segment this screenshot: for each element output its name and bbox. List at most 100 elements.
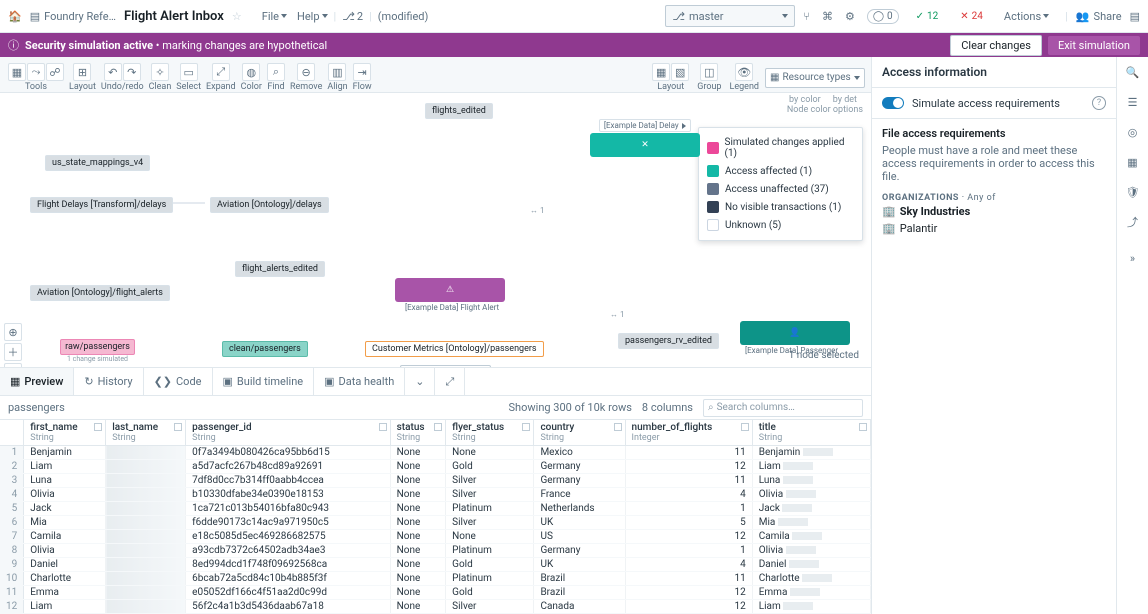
tool-align[interactable]: ▥ [328,63,346,81]
simulate-toggle-label: Simulate access requirements [912,97,1084,110]
tool-link[interactable]: ☍ [46,63,64,81]
search-columns-input[interactable]: ⌕ Search columns… [703,399,863,417]
node-clean-passengers[interactable]: clean/passengers [222,341,308,357]
help-icon[interactable]: ? [1092,96,1106,110]
col-status[interactable]: statusString [390,420,446,446]
tool-layout2b[interactable]: ▧ [671,63,689,81]
tool-flow[interactable]: ⇥ [353,63,371,81]
table-row[interactable]: 11Emmae05052df166c4f51aa2d0c99dNoneGoldB… [0,586,871,600]
col-title[interactable]: titleString [752,420,870,446]
zoom-out[interactable]: － [4,363,22,367]
col-first_name[interactable]: first_nameString [24,420,106,446]
tool-color[interactable]: ◍ [242,63,260,81]
share-button[interactable]: 👥 Share [1076,10,1122,23]
git-branch-icon[interactable]: ⑂ [803,10,810,23]
example-delay-chip[interactable]: [Example Data] Delay [599,119,691,132]
vtab-share[interactable]: ⤴ [1124,213,1142,231]
info-icon: ⓘ [8,37,19,53]
edit-markings-button[interactable]: ✎ Edit markings [400,365,491,367]
vtab-search[interactable]: 🔍 [1124,63,1142,81]
node-flights-edited[interactable]: flights_edited [425,103,493,119]
table-row[interactable]: 1Benjamin0f7a3494b080426ca95bb6d15NoneNo… [0,446,871,460]
legend-popover: Simulated changes applied (1) Access aff… [698,127,863,241]
col-number_of_flights[interactable]: number_of_flightsInteger [625,420,752,446]
table-row[interactable]: 6Miaf6dde90173c14ac9a971950c5NoneSilverU… [0,516,871,530]
node-raw-passengers[interactable]: raw/passengers [60,339,135,355]
node-aviation-flight-alerts[interactable]: Aviation [Ontology]/flight_alerts [30,285,170,301]
modified-label: (modified) [374,8,433,25]
clear-changes-button[interactable]: Clear changes [950,35,1042,56]
node-color-options[interactable]: Node color options [787,105,863,115]
node-flight-alert-big[interactable]: ⚠ [395,278,505,302]
table-row[interactable]: 8Oliviaa93cdb7372c64502adb34ae3NonePlati… [0,544,871,558]
col-flyer_status[interactable]: flyer_statusString [446,420,534,446]
tab-expand[interactable]: ⤢ [435,368,465,395]
vtab-collapse[interactable]: » [1124,249,1142,267]
node-customer-passengers[interactable]: Customer Metrics [Ontology]/passengers [365,341,544,357]
tool-layout2a[interactable]: ▦ [652,63,670,81]
branch-select[interactable]: ⎇ master [665,5,795,27]
tool-layout[interactable]: ⊞ [73,63,91,81]
node-flight-delays[interactable]: Flight Delays [Transform]/delays [30,197,173,213]
graph-canvas[interactable]: by colorby det Node color options [Examp… [0,93,871,367]
zoom-target[interactable]: ⊕ [4,323,22,341]
tool-redo[interactable]: ↷ [123,63,141,81]
table-row[interactable]: 3Luna7df8d0cc7b314ff0aabb4cceaNoneSilver… [0,474,871,488]
sim-rest: • marking changes are hypothetical [153,39,327,52]
exit-simulation-button[interactable]: Exit simulation [1048,36,1140,55]
col-passenger_id[interactable]: passenger_idString [186,420,390,446]
panel-toggle-icon[interactable]: ▤ [1130,10,1140,23]
home-icon[interactable]: 🏠 [8,10,22,23]
tab-build[interactable]: ▣ Build timeline [213,368,315,395]
tool-legend[interactable]: 👁 [735,63,753,81]
vtab-calendar[interactable]: ▦ [1124,153,1142,171]
tool-group[interactable]: ◫ [700,63,718,81]
node-flight-alerts-edited[interactable]: flight_alerts_edited [235,261,325,277]
tool-clean[interactable]: ✧ [151,63,169,81]
resource-type-select[interactable]: ▦ Resource types [765,68,865,88]
col-country[interactable]: countryString [534,420,625,446]
command-icon[interactable]: ⌘ [822,10,833,23]
tab-collapse[interactable]: ⌄ [405,368,435,395]
help-menu[interactable]: Help [293,8,332,25]
node-passenger-big[interactable]: 👤 [740,321,850,345]
vtab-shield[interactable]: 🛡 [1124,183,1142,201]
node-big-close[interactable]: ✕ [590,133,700,157]
tool-new[interactable]: ▦ [8,63,26,81]
breadcrumb[interactable]: ▤ Foundry Refe… [30,10,116,23]
tab-health[interactable]: ▣ Data health [314,368,405,395]
tool-connect[interactable]: ⤳ [27,63,45,81]
star-icon[interactable]: ☆ [232,10,242,23]
success-pill[interactable]: ✓ 12 [911,10,944,23]
fail-pill[interactable]: ✕ 24 [955,10,988,23]
tab-code[interactable]: ❮❯ Code [144,368,213,395]
node-us-state[interactable]: us_state_mappings_v4 [45,155,150,171]
pending-pill[interactable]: ◯ 0 [867,9,899,24]
gear-icon[interactable]: ⚙ [845,10,855,23]
zoom-in[interactable]: ＋ [4,343,22,361]
table-row[interactable]: 5Jack1ca721c013b54016bfa80c943NonePlatin… [0,502,871,516]
file-menu[interactable]: File [258,8,291,25]
vtab-target[interactable]: ◎ [1124,123,1142,141]
tool-remove[interactable]: ⊖ [297,63,315,81]
table-row[interactable]: 12Liam56f2c4a1b3d5436daab67a18NoneSilver… [0,600,871,614]
tool-undo[interactable]: ↶ [104,63,122,81]
node-aviation-delays[interactable]: Aviation [Ontology]/delays [210,197,329,213]
table-row[interactable]: 7Camilae18c5085d5ec469286682575NoneNoneU… [0,530,871,544]
node-pass-rv-edited[interactable]: passengers_rv_edited [618,333,719,349]
tool-find[interactable]: ⌕ [267,63,285,81]
simulate-toggle[interactable] [882,97,904,109]
tab-history[interactable]: ↻ History [74,368,143,395]
tool-select[interactable]: ▭ [180,63,198,81]
branch-count[interactable]: ⎇ 2 [338,8,367,25]
table-row[interactable]: 2Liama5d7acfc267b48cd89a92691NoneGoldGer… [0,460,871,474]
actions-menu[interactable]: Actions [996,8,1057,25]
vtab-list[interactable]: ☰ [1124,93,1142,111]
raw-sub: 1 change simulated [60,355,135,363]
tool-expand[interactable]: ⤢ [212,63,230,81]
table-row[interactable]: 4Oliviab10330dfabe34e0390e18153NoneSilve… [0,488,871,502]
tab-preview[interactable]: ▦ Preview [0,368,74,395]
table-row[interactable]: 10Charlotte6bcab72a5cd84c10b4b885f3fNone… [0,572,871,586]
table-row[interactable]: 9Daniel8ed994dcd1f748f09692568caNoneGold… [0,558,871,572]
col-last_name[interactable]: last_nameString [106,420,186,446]
